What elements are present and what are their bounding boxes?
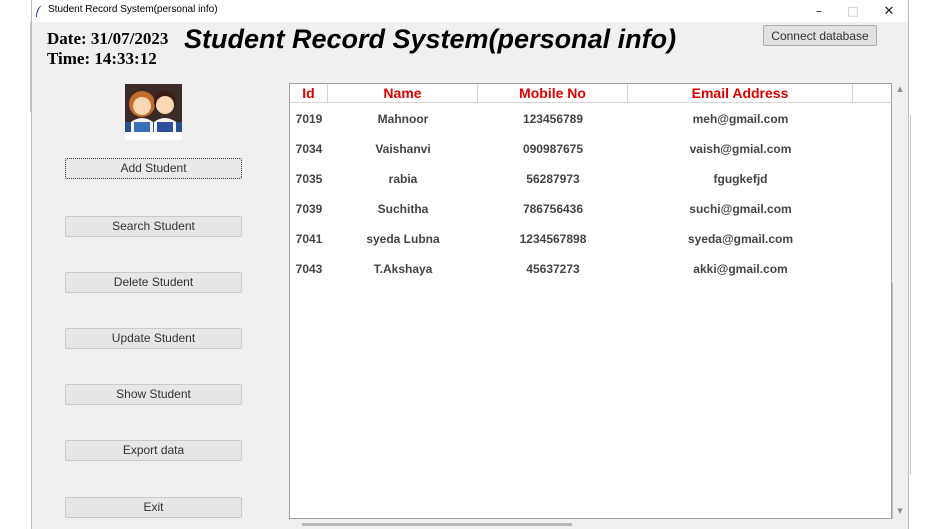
column-header-name[interactable]: Name [328,84,478,103]
cell-name: Vaishanvi [375,142,431,156]
cell-id: 7043 [295,262,323,276]
app-window: Student Record System(personal info) – □… [32,0,908,529]
cell-name: T.Akshaya [373,262,433,276]
page-title: Student Record System(personal info) [184,24,677,54]
delete-student-button[interactable]: Delete Student [65,272,242,293]
cell-name: Mahnoor [377,112,429,126]
column-header-email[interactable]: Email Address [628,84,853,103]
cell-name: rabia [388,172,418,186]
maximize-button[interactable]: □ [836,0,870,22]
date-label: Date: 31/07/2023 [47,29,169,48]
cell-id: 7019 [295,112,323,126]
cell-email: syeda@gmail.com [687,232,794,246]
add-student-button[interactable]: Add Student [65,158,242,179]
minimize-button[interactable]: – [802,0,836,22]
cell-id: 7035 [295,172,323,186]
column-header-mobile[interactable]: Mobile No [478,84,628,103]
student-table[interactable]: Id Name Mobile No Email Address 7019 Mah… [289,83,892,519]
table-row[interactable]: 7041 syeda Lubna 1234567898 syeda@gmail.… [290,224,891,254]
window-title: Student Record System(personal info) [48,4,218,15]
background-window-edge [30,22,31,112]
minimize-icon: – [816,4,822,18]
close-button[interactable]: ✕ [872,0,906,22]
column-header-filler [853,84,891,103]
title-bar: Student Record System(personal info) – □… [32,0,908,22]
cell-email: vaish@gmial.com [689,142,792,156]
cell-email: fgugkefjd [713,172,768,186]
connect-database-button[interactable]: Connect database [763,25,877,46]
table-row[interactable]: 7035 rabia 56287973 fgugkefjd [290,164,891,194]
cell-id: 7041 [295,232,323,246]
cell-mobile: 56287973 [526,172,580,186]
table-row[interactable]: 7019 Mahnoor 123456789 meh@gmail.com [290,104,891,134]
cell-mobile: 1234567898 [519,232,587,246]
cell-mobile: 45637273 [526,262,580,276]
cell-name: syeda Lubna [366,232,440,246]
cell-name: Suchitha [377,202,429,216]
column-header-id[interactable]: Id [290,84,328,103]
update-student-button[interactable]: Update Student [65,328,242,349]
table-row[interactable]: 7043 T.Akshaya 45637273 akki@gmail.com [290,254,891,284]
scroll-up-icon[interactable]: ▲ [894,85,906,95]
show-student-button[interactable]: Show Student [65,384,242,405]
cell-email: akki@gmail.com [693,262,788,276]
vertical-scroll-track [892,283,893,519]
close-icon: ✕ [883,3,895,19]
export-data-button[interactable]: Export data [65,440,242,461]
exit-button[interactable]: Exit [65,497,242,518]
scroll-down-icon[interactable]: ▼ [894,507,906,517]
feather-icon [36,5,42,17]
table-row[interactable]: 7034 Vaishanvi 090987675 vaish@gmial.com [290,134,891,164]
maximize-icon: □ [847,4,859,18]
cell-mobile: 123456789 [522,112,584,126]
table-header: Id Name Mobile No Email Address [290,84,891,104]
time-label: Time: 14:33:12 [47,49,157,68]
students-illustration-image [125,84,182,140]
cell-email: meh@gmail.com [692,112,789,126]
cell-id: 7034 [295,142,323,156]
background-window-edge [910,115,911,475]
cell-mobile: 786756436 [522,202,584,216]
cell-mobile: 090987675 [522,142,584,156]
table-row[interactable]: 7039 Suchitha 786756436 suchi@gmail.com [290,194,891,224]
cell-id: 7039 [295,202,323,216]
horizontal-scrollbar-thumb[interactable] [302,523,572,526]
cell-email: suchi@gmail.com [689,202,792,216]
search-student-button[interactable]: Search Student [65,216,242,237]
vertical-scrollbar[interactable]: ▲ ▼ [892,83,908,519]
